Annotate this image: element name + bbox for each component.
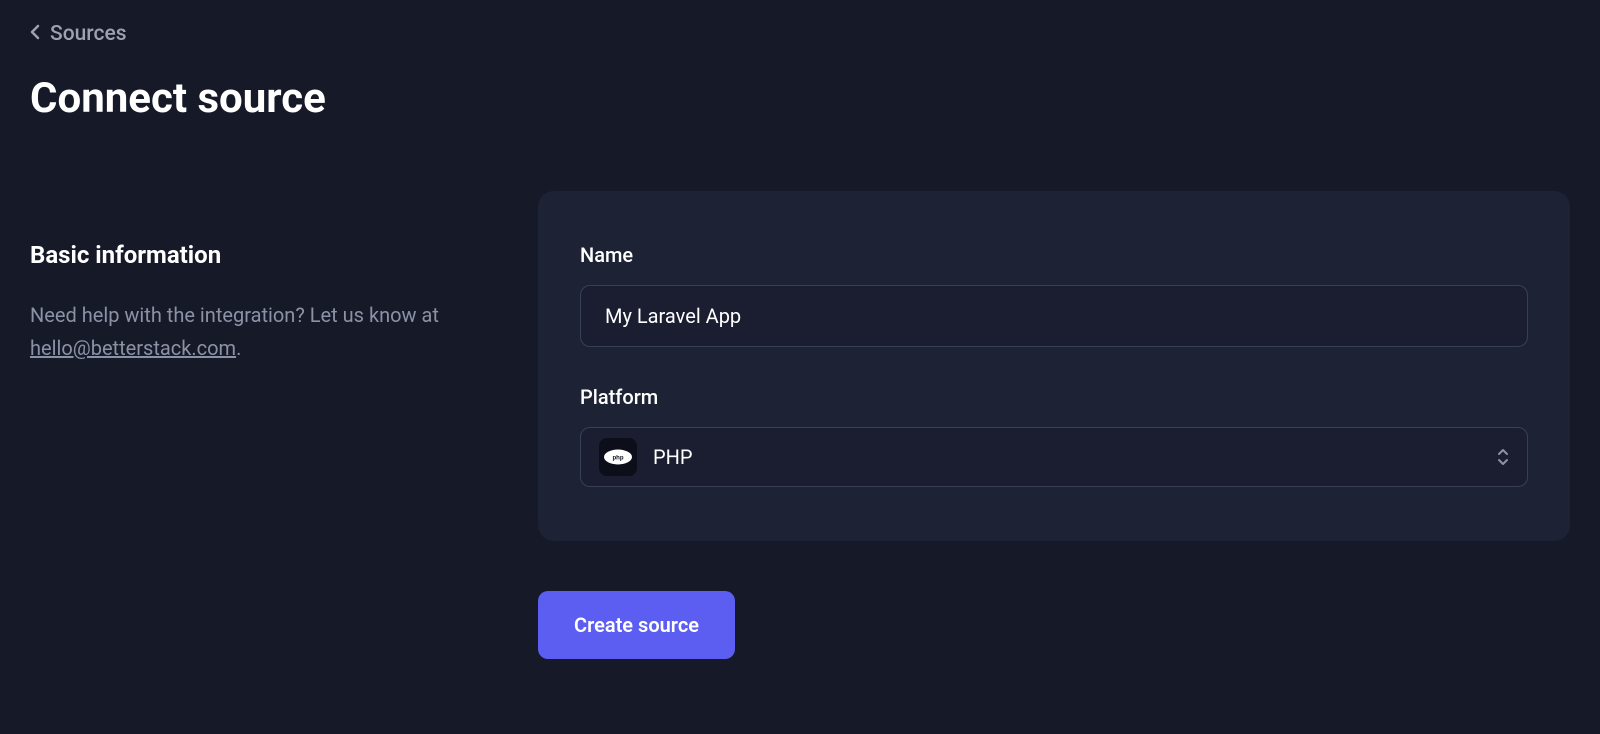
left-column: Basic information Need help with the int… — [30, 191, 490, 659]
form-card: Name Platform php PHP — [538, 191, 1570, 541]
name-input[interactable] — [580, 285, 1528, 347]
platform-select[interactable]: php PHP — [580, 427, 1528, 487]
right-column: Name Platform php PHP — [538, 191, 1570, 659]
svg-text:php: php — [612, 455, 623, 461]
section-title: Basic information — [30, 241, 490, 269]
form-group-platform: Platform php PHP — [580, 385, 1528, 487]
platform-label: Platform — [580, 385, 1528, 409]
platform-value: PHP — [653, 445, 1481, 469]
help-text-suffix: . — [236, 336, 241, 360]
help-text: Need help with the integration? Let us k… — [30, 299, 490, 365]
help-email-link[interactable]: hello@betterstack.com — [30, 336, 236, 360]
help-text-prefix: Need help with the integration? Let us k… — [30, 303, 439, 327]
breadcrumb: Sources — [30, 22, 1570, 46]
breadcrumb-link-sources[interactable]: Sources — [50, 22, 127, 46]
form-group-name: Name — [580, 243, 1528, 347]
select-arrows-icon — [1497, 448, 1509, 466]
name-label: Name — [580, 243, 1528, 267]
chevron-left-icon[interactable] — [30, 24, 40, 44]
php-icon: php — [599, 438, 637, 476]
page-title: Connect source — [30, 74, 1570, 123]
content-layout: Basic information Need help with the int… — [30, 191, 1570, 659]
create-source-button[interactable]: Create source — [538, 591, 735, 659]
